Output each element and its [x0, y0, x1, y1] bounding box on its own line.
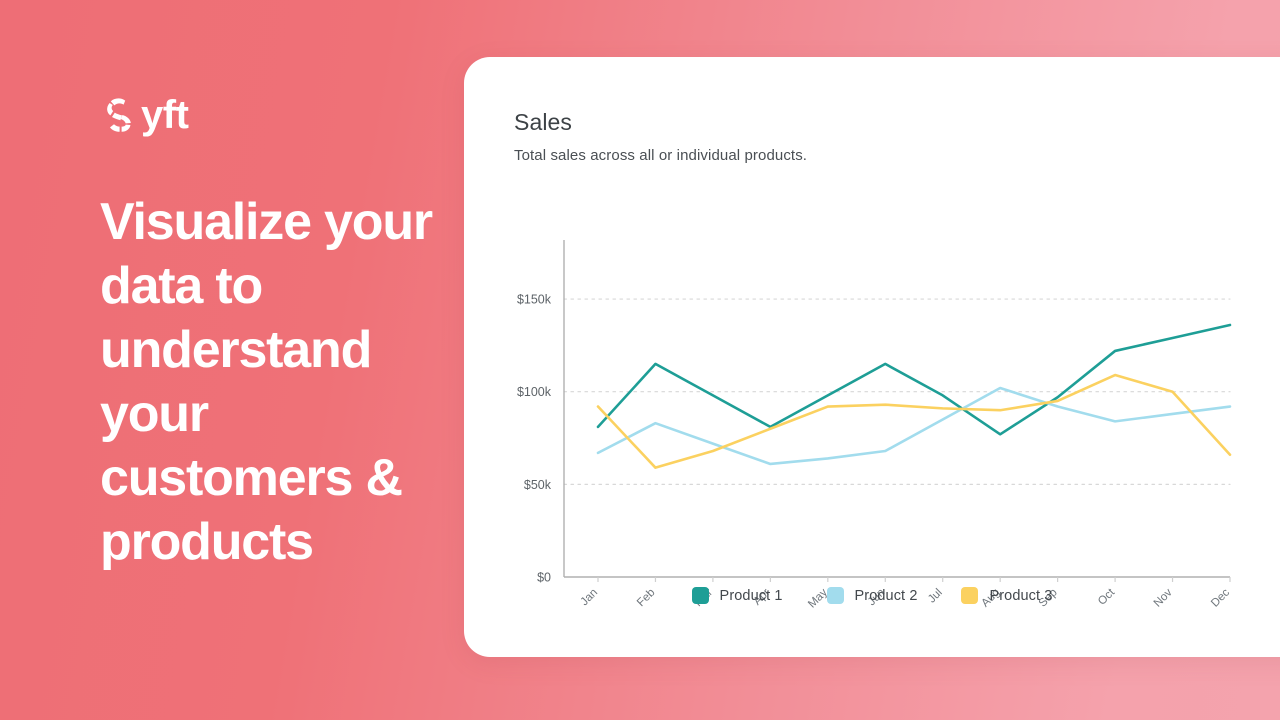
card-header: Sales Total sales across all or individu…: [514, 109, 807, 164]
card-title: Sales: [514, 109, 573, 135]
legend-swatch-icon: [961, 587, 979, 604]
card-subtitle: Total sales across all or individual pro…: [514, 147, 808, 164]
legend-label: Product 2: [854, 587, 918, 604]
syft-segmented-s-logo-icon: [107, 98, 131, 132]
series-line-product-2: [596, 386, 1232, 466]
hero-panel: yft Visualize your data to understand yo…: [100, 92, 440, 574]
chart-legend: Product 1 Product 2 Product 3: [464, 587, 1280, 604]
syft-logo: yft: [100, 92, 440, 138]
legend-swatch-icon: [826, 587, 844, 604]
legend-label: Product 1: [719, 587, 783, 604]
y-axis-tick-label: $0: [537, 571, 551, 585]
legend-label: Product 3: [989, 587, 1053, 604]
legend-swatch-icon: [691, 587, 709, 604]
chart-svg: $0$50k$100k$150kJanFebMarAprMayJunJulAug…: [517, 240, 1232, 610]
hero-headline: Visualize your data to understand your c…: [100, 193, 433, 571]
legend-item-product-2[interactable]: Product 2: [826, 587, 918, 604]
legend-item-product-1[interactable]: Product 1: [691, 587, 783, 604]
series-line-product-3: [596, 373, 1232, 469]
sales-chart-card: Sales Total sales across all or individu…: [464, 57, 1280, 657]
syft-logo-wordmark: yft: [141, 93, 189, 137]
y-axis-tick-label: $50k: [524, 478, 552, 492]
y-axis-tick-label: $150k: [517, 293, 552, 307]
y-axis-tick-label: $100k: [517, 385, 552, 399]
legend-item-product-3[interactable]: Product 3: [961, 587, 1052, 604]
sales-line-chart: $0$50k$100k$150kJanFebMarAprMayJunJulAug…: [464, 197, 1280, 617]
